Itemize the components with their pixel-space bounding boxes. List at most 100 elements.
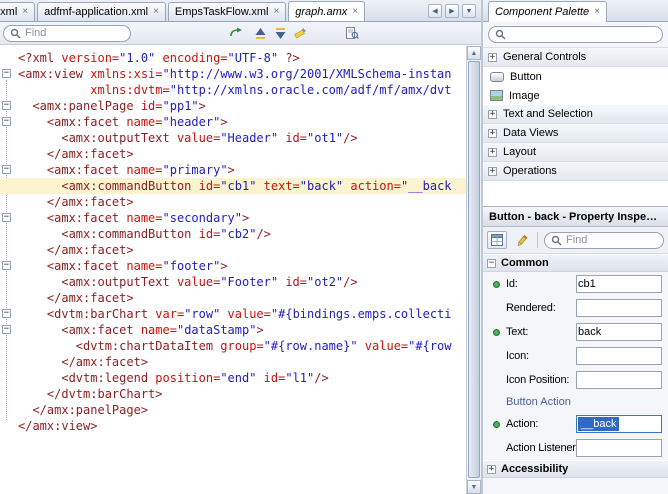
tab-list-button[interactable]: ▼ <box>462 4 476 18</box>
property-value-field-action[interactable]: __back <box>576 415 662 433</box>
property-value-field-actionlistener[interactable] <box>576 439 662 457</box>
code-editor[interactable]: <?xml version="1.0" encoding="UTF-8" ?> −… <box>0 46 481 494</box>
code-line[interactable]: <amx:commandButton id="cb2"/> <box>0 226 466 242</box>
code-text: </amx:facet> <box>46 243 134 257</box>
code-line[interactable]: </amx:facet> <box>0 354 466 370</box>
tab-close-icon[interactable]: × <box>153 7 159 17</box>
gutter <box>0 242 16 258</box>
quick-find-box[interactable]: Find <box>3 24 131 42</box>
expand-icon[interactable]: + <box>488 52 497 62</box>
property-value-field-icon[interactable] <box>576 347 662 365</box>
code-line[interactable]: − <amx:view xmlns:xsi="http://www.w3.org/… <box>0 66 466 82</box>
edit-pencil-icon[interactable] <box>511 231 531 249</box>
scrollbar-up-arrow[interactable]: ▲ <box>467 46 481 60</box>
palette-search-box[interactable] <box>488 26 663 43</box>
gutter <box>0 274 16 290</box>
code-line[interactable]: <dvtm:legend position="end" id="l1"/> <box>0 370 466 386</box>
inspector-header[interactable]: Button - back - Property Inspector <box>483 207 668 227</box>
code-line[interactable]: − <amx:facet name="header"> <box>0 114 466 130</box>
scrollbar-down-arrow[interactable]: ▼ <box>467 480 481 494</box>
tab-scroll-left-button[interactable]: ◀ <box>428 4 442 18</box>
gutter: − <box>0 306 16 322</box>
fold-toggle-icon[interactable]: − <box>2 261 11 270</box>
code-text: </amx:panelPage> <box>32 403 149 417</box>
expand-icon[interactable]: + <box>488 147 497 157</box>
find-previous-icon[interactable] <box>251 24 269 42</box>
code-line[interactable]: − <dvtm:barChart var="row" value="#{bind… <box>0 306 466 322</box>
code-line[interactable]: </amx:facet> <box>0 242 466 258</box>
toolbar-group <box>251 24 309 42</box>
code-line[interactable]: <amx:commandButton id="cb1" text="back" … <box>0 178 466 194</box>
palette-group-general-controls[interactable]: + General Controls <box>483 48 668 67</box>
collapse-icon[interactable]: − <box>487 258 496 268</box>
editor-tab-EmpsTaskFlow.xml[interactable]: EmpsTaskFlow.xml × <box>167 2 287 21</box>
fold-toggle-icon[interactable]: − <box>2 325 11 334</box>
tab-close-icon[interactable]: × <box>22 7 28 17</box>
highlight-occurrences-icon[interactable] <box>291 24 309 42</box>
tab-label: EmpsTaskFlow.xml <box>174 6 269 18</box>
code-line[interactable]: </amx:panelPage> <box>0 402 466 418</box>
code-line[interactable]: <?xml version="1.0" encoding="UTF-8" ?> <box>0 50 466 66</box>
palette-item-label: Operations <box>503 165 557 177</box>
code-line[interactable]: </amx:view> <box>0 418 466 434</box>
editor-tab-graph.amx[interactable]: graph.amx × <box>288 1 366 21</box>
tab-label: graph.amx <box>295 6 348 18</box>
code-text: xmlns:dvtm="http://xmlns.oracle.com/adf/… <box>90 83 452 97</box>
fold-toggle-icon[interactable]: − <box>2 69 11 78</box>
code-line[interactable]: </amx:facet> <box>0 290 466 306</box>
expand-icon[interactable]: + <box>488 166 497 176</box>
palette-item-image[interactable]: Image <box>483 86 668 105</box>
palette-group-layout[interactable]: + Layout <box>483 143 668 162</box>
fold-toggle-icon[interactable]: − <box>2 309 11 318</box>
code-line[interactable]: <amx:outputText value="Footer" id="ot2"/… <box>0 274 466 290</box>
editor-tab-e.xml[interactable]: e.xml × <box>0 2 36 21</box>
property-value-field-iconposition[interactable] <box>576 371 662 389</box>
gutter: − <box>0 114 16 130</box>
fold-toggle-icon[interactable]: − <box>2 101 11 110</box>
code-line[interactable]: − <amx:facet name="dataStamp"> <box>0 322 466 338</box>
tab-close-icon[interactable]: × <box>273 7 279 17</box>
code-text: </dvtm:barChart> <box>46 387 163 401</box>
property-value-field-rendered[interactable] <box>576 299 662 317</box>
code-line[interactable]: <dvtm:chartDataItem group="#{row.name}" … <box>0 338 466 354</box>
tab-scroll-controls: ◀ ▶ ▼ <box>424 4 481 21</box>
goto-last-edit-icon[interactable] <box>227 24 245 42</box>
code-line[interactable]: − <amx:panelPage id="pp1"> <box>0 98 466 114</box>
union-view-icon[interactable] <box>487 231 507 249</box>
editor-vertical-scrollbar[interactable]: ▲ ▼ <box>466 46 481 494</box>
property-value-field-id[interactable]: cb1 <box>576 275 662 293</box>
editor-tab-adfmf-application.xml[interactable]: adfmf-application.xml × <box>37 2 166 21</box>
code-line[interactable]: </dvtm:barChart> <box>0 386 466 402</box>
expand-icon[interactable]: + <box>487 464 496 474</box>
expand-icon[interactable]: + <box>488 128 497 138</box>
section-accessibility[interactable]: + Accessibility <box>483 460 668 478</box>
palette-group-operations[interactable]: + Operations <box>483 162 668 181</box>
code-text: </amx:view> <box>18 419 98 433</box>
find-next-icon[interactable] <box>271 24 289 42</box>
tab-scroll-right-button[interactable]: ▶ <box>445 4 459 18</box>
search-report-icon[interactable] <box>343 24 361 42</box>
inspector-find-box[interactable]: Find <box>544 231 664 249</box>
property-value-field-text[interactable]: back <box>576 323 662 341</box>
property-value-text: cb1 <box>578 278 596 290</box>
code-line[interactable]: xmlns:dvtm="http://xmlns.oracle.com/adf/… <box>0 82 466 98</box>
tab-close-icon[interactable]: × <box>352 7 358 17</box>
code-line[interactable]: − <amx:facet name="primary"> <box>0 162 466 178</box>
palette-group-data-views[interactable]: + Data Views <box>483 124 668 143</box>
palette-item-button[interactable]: Button <box>483 67 668 86</box>
code-line[interactable]: </amx:facet> <box>0 146 466 162</box>
fold-toggle-icon[interactable]: − <box>2 213 11 222</box>
expand-icon[interactable]: + <box>488 109 497 119</box>
fold-toggle-icon[interactable]: − <box>2 165 11 174</box>
code-line[interactable]: − <amx:facet name="secondary"> <box>0 210 466 226</box>
palette-item-label: General Controls <box>503 51 587 63</box>
tab-component-palette[interactable]: Component Palette × <box>488 1 608 22</box>
code-line[interactable]: − <amx:facet name="footer"> <box>0 258 466 274</box>
tab-close-icon[interactable]: × <box>594 7 600 17</box>
scrollbar-thumb[interactable] <box>468 61 480 478</box>
palette-group-text-and-selection[interactable]: + Text and Selection <box>483 105 668 124</box>
code-line[interactable]: </amx:facet> <box>0 194 466 210</box>
fold-toggle-icon[interactable]: − <box>2 117 11 126</box>
code-line[interactable]: <amx:outputText value="Header" id="ot1"/… <box>0 130 466 146</box>
section-common[interactable]: − Common <box>483 254 668 272</box>
